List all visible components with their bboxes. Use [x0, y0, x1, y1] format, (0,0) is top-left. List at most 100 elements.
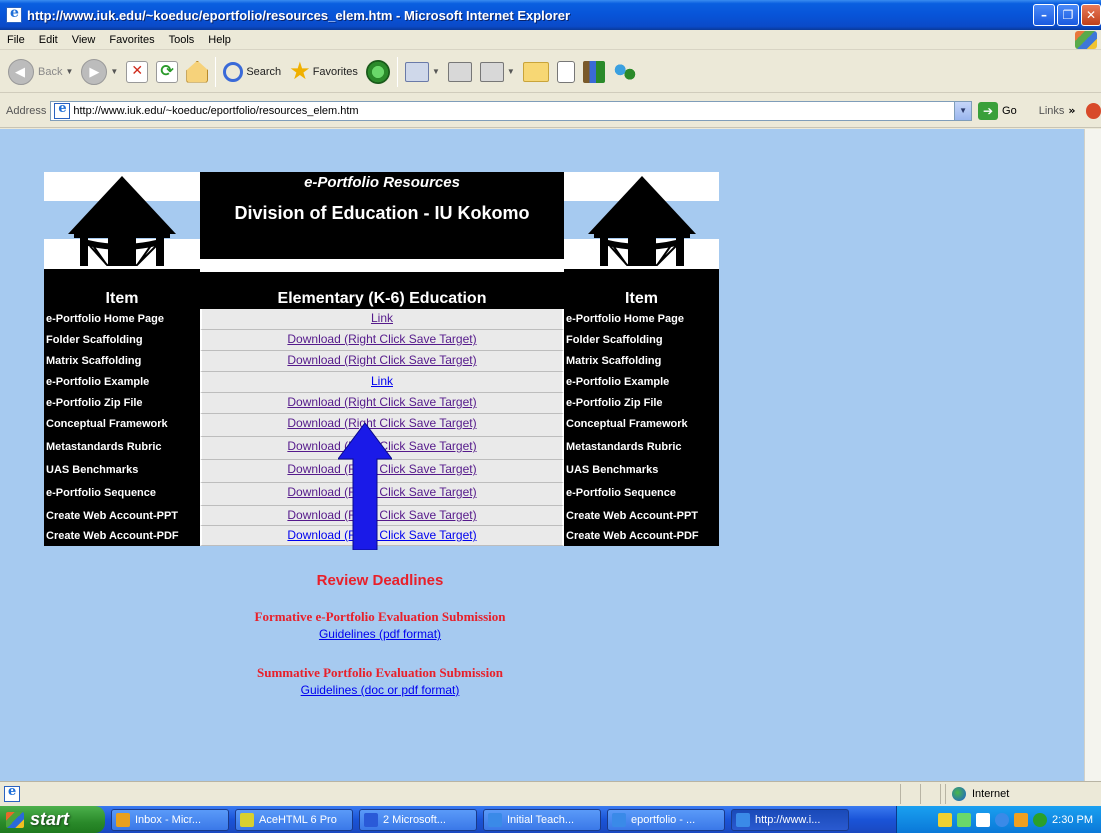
links-chevron-icon[interactable]: » [1068, 104, 1075, 117]
history-icon [365, 59, 390, 84]
menu-favorites[interactable]: Favorites [102, 34, 161, 46]
row-label-left: e-Portfolio Sequence [44, 483, 200, 506]
menu-tools[interactable]: Tools [162, 34, 202, 46]
row-label-left: e-Portfolio Example [44, 372, 200, 393]
close-button[interactable]: ✕ [1081, 4, 1101, 26]
edit-icon [479, 61, 504, 82]
start-label: start [30, 809, 70, 829]
address-dropdown-icon[interactable]: ▼ [954, 101, 972, 120]
favorites-button[interactable]: ★ Favorites [285, 54, 362, 90]
download-link[interactable]: Download (Right Click Save Target) [287, 395, 476, 409]
go-label: Go [1002, 104, 1017, 117]
row-label-right: Create Web Account-PDF [564, 526, 719, 546]
ie-icon [488, 812, 502, 827]
messenger-button[interactable] [609, 54, 641, 90]
messenger-icon [612, 60, 637, 83]
status-divider [900, 784, 901, 804]
status-divider [920, 784, 921, 804]
task-outlook[interactable]: Inbox - Micr... [111, 808, 229, 831]
header-item-right: Item [625, 290, 658, 307]
forward-button[interactable]: ▼ [77, 54, 122, 90]
security-icon[interactable] [1033, 812, 1048, 827]
menu-file[interactable]: File [0, 34, 32, 46]
research-icon [582, 60, 605, 83]
toolbar-extension-icon[interactable] [1085, 102, 1101, 119]
row-label-right: Metastandards Rubric [564, 437, 719, 460]
document-button[interactable] [553, 54, 579, 90]
edit-dropdown-icon[interactable]: ▼ [507, 67, 515, 76]
resource-link[interactable]: Link [371, 311, 393, 325]
address-input[interactable]: http://www.iuk.edu/~koeduc/eportfolio/re… [50, 100, 973, 121]
task-label: Inbox - Micr... [135, 813, 202, 826]
app-icon[interactable] [1014, 812, 1029, 827]
home-button[interactable] [182, 54, 212, 90]
task-ie-eportfolio[interactable]: eportfolio - ... [607, 808, 725, 831]
forward-dropdown-icon[interactable]: ▼ [110, 67, 118, 76]
clock[interactable]: 2:30 PM [1052, 814, 1093, 826]
download-link[interactable]: Download (Right Click Save Target) [287, 353, 476, 367]
table-row: e-Portfolio Example Link e-Portfolio Exa… [44, 372, 719, 393]
word-icon [364, 812, 378, 827]
banner-left-image [44, 172, 200, 269]
banner-bottom-strip [44, 269, 719, 289]
start-button[interactable]: start [0, 806, 105, 833]
address-value[interactable]: http://www.iuk.edu/~koeduc/eportfolio/re… [73, 105, 358, 117]
back-icon[interactable] [995, 812, 1010, 827]
table-row: Matrix Scaffolding Download (Right Click… [44, 351, 719, 372]
refresh-button[interactable] [152, 54, 182, 90]
acehtml-icon [240, 812, 254, 827]
print-button[interactable] [444, 54, 476, 90]
zone-label: Internet [972, 788, 1010, 800]
mail-button[interactable]: ▼ [401, 54, 444, 90]
maximize-button[interactable]: ❐ [1057, 4, 1079, 26]
download-link[interactable]: Download (Right Click Save Target) [287, 332, 476, 346]
window-icon[interactable] [976, 812, 991, 827]
stop-button[interactable] [122, 54, 152, 90]
globe-icon [952, 787, 966, 801]
banner-right-image [564, 172, 719, 269]
row-label-right: Conceptual Framework [564, 414, 719, 437]
task-word[interactable]: 2 Microsoft... [359, 808, 477, 831]
search-label: Search [246, 65, 282, 78]
window-controls: – ❐ ✕ [1033, 4, 1101, 26]
resource-link[interactable]: Link [371, 374, 393, 388]
research-button[interactable] [579, 54, 609, 90]
network-icon[interactable] [957, 812, 972, 827]
row-link-cell: Download (Right Click Save Target) [200, 351, 564, 372]
ie-icon [6, 5, 22, 23]
task-ie-current[interactable]: http://www.i... [731, 808, 849, 831]
task-ie-initial[interactable]: Initial Teach... [483, 808, 601, 831]
task-label: 2 Microsoft... [383, 813, 446, 826]
back-dropdown-icon[interactable]: ▼ [65, 67, 73, 76]
vertical-scrollbar[interactable] [1084, 129, 1101, 781]
formative-guidelines-link[interactable]: Guidelines (pdf format) [220, 627, 540, 641]
row-label-right: Create Web Account-PPT [564, 506, 719, 526]
menu-edit[interactable]: Edit [32, 34, 65, 46]
menu-view[interactable]: View [65, 34, 103, 46]
banner-title: Division of Education - IU Kokomo [234, 203, 530, 223]
row-label-right: e-Portfolio Home Page [564, 309, 719, 330]
menu-help[interactable]: Help [201, 34, 238, 46]
pen-icon[interactable] [938, 812, 953, 827]
row-label-right: UAS Benchmarks [564, 460, 719, 483]
table-row: e-Portfolio Home Page Link e-Portfolio H… [44, 309, 719, 330]
summative-guidelines-link[interactable]: Guidelines (doc or pdf format) [220, 683, 540, 697]
task-acehtml[interactable]: AceHTML 6 Pro [235, 808, 353, 831]
folder-button[interactable] [519, 54, 553, 90]
go-button[interactable]: ➔ Go [978, 101, 1017, 120]
window-title: http://www.iuk.edu/~koeduc/eportfolio/re… [27, 7, 571, 23]
mail-dropdown-icon[interactable]: ▼ [432, 67, 440, 76]
folder-icon [522, 61, 549, 82]
search-button[interactable]: Search [219, 54, 285, 90]
links-label[interactable]: Links [1039, 105, 1065, 117]
window-title-bar[interactable]: http://www.iuk.edu/~koeduc/eportfolio/re… [0, 0, 1101, 30]
minimize-button[interactable]: – [1033, 4, 1055, 26]
header-item-left: Item [105, 290, 139, 307]
edit-button[interactable]: ▼ [476, 54, 519, 90]
back-button[interactable]: Back ▼ [4, 54, 77, 90]
history-button[interactable] [362, 54, 394, 90]
home-icon [186, 60, 209, 83]
gazebo-icon [68, 176, 176, 266]
toolbar: Back ▼ ▼ Search ★ Favorites ▼ ▼ [0, 51, 1101, 93]
page-status-icon [4, 784, 20, 802]
